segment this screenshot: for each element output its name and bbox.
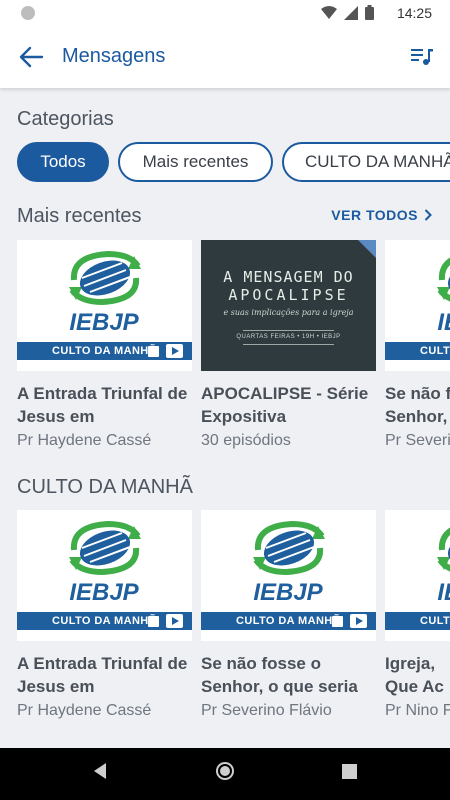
- nav-home-icon[interactable]: [215, 761, 235, 781]
- chip-culto-da-manha[interactable]: CULTO DA MANHÃ: [282, 142, 450, 182]
- content-scroll-area[interactable]: Categorias Todos Mais recentes CULTO DA …: [0, 88, 450, 748]
- iebjp-logo: IEBJP: [69, 520, 141, 606]
- status-icons: [321, 5, 374, 20]
- image-line: A MENSAGEM DO: [223, 268, 354, 286]
- wifi-icon: [321, 5, 337, 19]
- card-band-label: CULTO DA MANHÃ: [385, 612, 450, 630]
- iebjp-logo: IEBJP: [437, 257, 450, 336]
- battery-icon: [365, 5, 374, 20]
- card-title: APOCALIPSE - Série Expositiva: [201, 384, 369, 426]
- logo-text: IEBJP: [253, 579, 323, 606]
- signal-icon: [344, 5, 358, 20]
- square-icon: [332, 616, 343, 627]
- card-subtitle: Pr Nino F: [385, 702, 450, 719]
- card-subtitle: Pr Haydene Cassé: [17, 702, 152, 719]
- play-icon: [166, 344, 183, 358]
- status-bar: 14:25: [0, 0, 450, 26]
- chip-mais-recentes[interactable]: Mais recentes: [118, 142, 273, 182]
- recent-heading: Mais recentes: [17, 205, 142, 227]
- card-thumbnail: IEBJP CULTO DA MANHÃ: [201, 510, 376, 641]
- logo-text: IEBJP: [69, 309, 139, 336]
- culto-heading: CULTO DA MANHÃ: [17, 476, 193, 498]
- image-line: APOCALIPSE: [228, 286, 349, 304]
- card-subtitle: Pr Haydene Cassé: [17, 432, 152, 449]
- iebjp-logo: IEBJP: [437, 527, 450, 606]
- card-thumbnail: IEBJP CULTO DA MANHÃ: [385, 240, 450, 371]
- card-subtitle: Pr Severino Flávio: [201, 702, 332, 719]
- nav-back-icon[interactable]: [92, 762, 108, 780]
- see-all-label: VER TODOS: [331, 207, 418, 223]
- corner-fold: [358, 240, 376, 258]
- app-bar: Mensagens: [0, 26, 450, 88]
- divider: [243, 344, 334, 345]
- notification-dot-icon: [21, 6, 35, 20]
- card-title: A Entrada Triunfal de Jesus em: [17, 384, 188, 426]
- system-navigation-bar: [0, 748, 450, 800]
- page-title: Mensagens: [62, 45, 166, 67]
- card-thumbnail: IEBJP CULTO DA MANHÃ: [385, 510, 450, 641]
- nav-recents-icon[interactable]: [342, 764, 357, 779]
- queue-music-icon[interactable]: [410, 45, 434, 69]
- categories-heading: Categorias: [17, 108, 114, 130]
- chip-todos[interactable]: Todos: [17, 142, 109, 182]
- card-subtitle: 30 episódios: [201, 432, 291, 449]
- square-icon: [148, 616, 159, 627]
- logo-text: IEBJP: [437, 579, 450, 606]
- logo-text: IEBJP: [69, 579, 139, 606]
- image-line: e suas implicações para a igreja: [223, 308, 354, 317]
- image-line: QUARTAS FEIRAS • 19H • IEBJP: [236, 334, 341, 340]
- card-thumbnail: A MENSAGEM DO APOCALIPSE e suas implicaç…: [201, 240, 376, 371]
- play-icon: [350, 614, 367, 628]
- square-icon: [148, 346, 159, 357]
- card-thumbnail: IEBJP CULTO DA MANHÃ: [17, 510, 192, 641]
- card-band-label: CULTO DA MANHÃ: [385, 342, 450, 360]
- card-thumbnail: IEBJP CULTO DA MANHÃ: [17, 240, 192, 371]
- card-title: Se não fosse o Senhor, o que seria: [201, 654, 358, 696]
- see-all-link[interactable]: VER TODOS: [331, 207, 432, 223]
- play-icon: [166, 614, 183, 628]
- divider: [243, 330, 334, 331]
- card-title: A Entrada Triunfal de Jesus em: [17, 654, 188, 696]
- logo-text: IEBJP: [437, 309, 450, 336]
- iebjp-logo: IEBJP: [253, 520, 325, 606]
- clock: 14:25: [396, 5, 432, 21]
- card-subtitle: Pr Severino Flávio: [385, 432, 450, 449]
- chevron-right-icon: [424, 209, 432, 221]
- card-title: Igreja, Que Ac: [385, 654, 444, 696]
- iebjp-logo: IEBJP: [69, 250, 141, 336]
- card-title: Se não fosse o Senhor, o que seria: [385, 384, 450, 426]
- back-arrow-icon[interactable]: [18, 45, 44, 69]
